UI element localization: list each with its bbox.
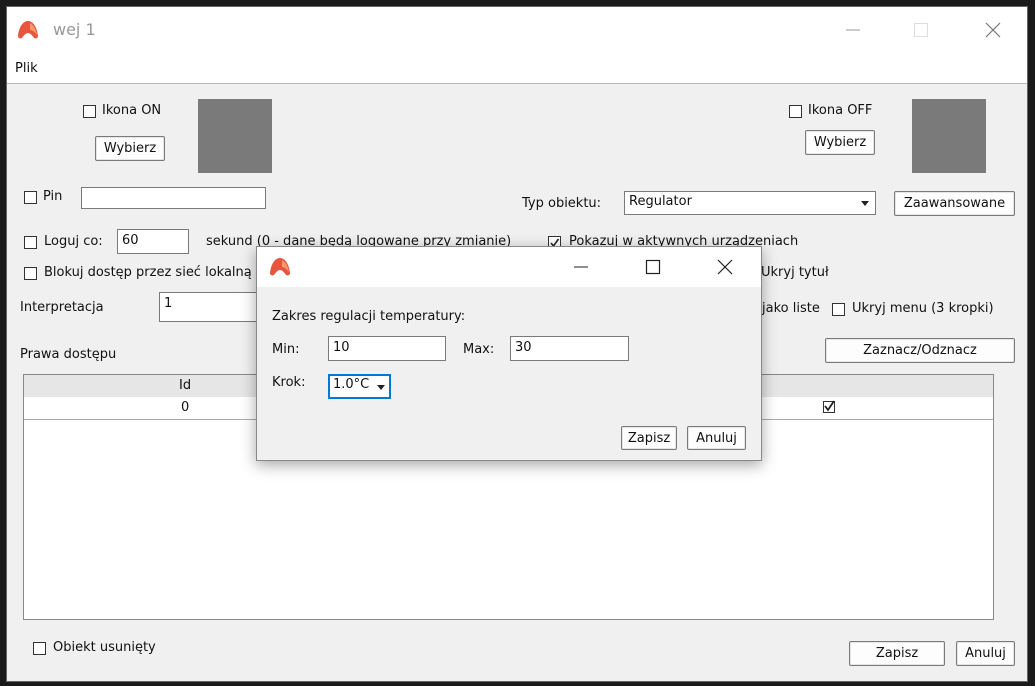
permissions-label: Prawa dostępu: [20, 347, 117, 362]
log-label: Loguj co:: [44, 234, 103, 249]
window-title: wej 1: [53, 20, 96, 39]
icon-off-checkbox[interactable]: [789, 105, 802, 118]
row-id: 0: [181, 400, 190, 415]
close-icon: [985, 22, 1001, 38]
dialog-close-button[interactable]: [705, 252, 745, 282]
temperature-range-dialog: Zakres regulacji temperatury: Min: 10 Ma…: [256, 246, 762, 461]
min-input[interactable]: 10: [328, 336, 446, 361]
title-bar: wej 1: [7, 7, 1027, 53]
close-button[interactable]: [973, 15, 1013, 45]
log-interval-input[interactable]: 60: [117, 229, 189, 254]
icon-on-choose-button[interactable]: Wybierz: [95, 136, 165, 161]
block-access-label: Blokuj dostęp przez sieć lokalną: [44, 265, 252, 280]
min-label: Min:: [272, 342, 300, 357]
as-list-label: jako liste: [762, 301, 820, 316]
row-permission-checkbox[interactable]: [823, 400, 835, 413]
block-access-checkbox[interactable]: [24, 267, 37, 280]
icon-on-label: Ikona ON: [102, 103, 162, 118]
icon-on-checkbox[interactable]: [83, 105, 96, 118]
hide-menu-checkbox[interactable]: [832, 303, 845, 316]
deleted-label: Obiekt usunięty: [53, 640, 156, 655]
maximize-button[interactable]: [901, 15, 941, 45]
interpretation-input[interactable]: 1: [159, 292, 259, 322]
pin-label: Pin: [43, 189, 63, 204]
close-icon: [717, 259, 733, 275]
maximize-icon: [645, 259, 661, 275]
icon-off-label: Ikona OFF: [808, 103, 873, 118]
icon-on-preview: [198, 99, 272, 173]
maximize-icon: [914, 23, 928, 37]
object-type-value: Regulator: [629, 194, 692, 209]
minimize-button[interactable]: [833, 15, 873, 45]
step-select[interactable]: 1.0°C: [328, 374, 391, 399]
chevron-down-icon: [861, 201, 869, 206]
object-type-label: Typ obiektu:: [522, 196, 602, 211]
app-icon: [18, 21, 38, 39]
cancel-button[interactable]: Anuluj: [956, 641, 1015, 666]
dialog-minimize-button[interactable]: [561, 252, 601, 282]
object-type-select[interactable]: Regulator: [624, 191, 876, 215]
step-value: 1.0°C: [333, 377, 370, 392]
menu-bar: Plik: [7, 53, 1027, 84]
max-input[interactable]: 30: [510, 336, 629, 361]
dialog-cancel-button[interactable]: Anuluj: [687, 426, 746, 450]
step-label: Krok:: [272, 375, 306, 390]
dialog-title-bar: [257, 247, 761, 287]
minimize-icon: [574, 266, 588, 268]
toggle-all-button[interactable]: Zaznacz/Odznacz: [825, 338, 1015, 363]
hide-title-label: Ukryj tytuł: [761, 265, 829, 280]
advanced-button[interactable]: Zaawansowane: [894, 191, 1015, 216]
pin-input[interactable]: [81, 187, 266, 209]
dialog-save-button[interactable]: Zapisz: [621, 426, 677, 450]
minimize-icon: [846, 29, 860, 31]
interpretation-label: Interpretacja: [20, 300, 104, 315]
icon-off-choose-button[interactable]: Wybierz: [805, 130, 875, 155]
log-checkbox[interactable]: [24, 236, 37, 249]
icon-off-preview: [912, 99, 986, 173]
check-icon: [824, 400, 835, 412]
column-header-id[interactable]: Id: [179, 378, 191, 393]
hide-menu-label: Ukryj menu (3 kropki): [852, 301, 994, 316]
deleted-checkbox[interactable]: [33, 642, 46, 655]
menu-file[interactable]: Plik: [15, 61, 38, 76]
pin-checkbox[interactable]: [24, 191, 37, 204]
save-button[interactable]: Zapisz: [849, 641, 945, 666]
main-window: wej 1 Plik Ikona ON Wybierz Ikona OFF Wy…: [6, 6, 1028, 682]
chevron-down-icon: [377, 385, 385, 390]
dialog-heading: Zakres regulacji temperatury:: [272, 309, 466, 324]
app-icon: [270, 258, 290, 276]
max-label: Max:: [463, 342, 495, 357]
dialog-maximize-button[interactable]: [633, 252, 673, 282]
